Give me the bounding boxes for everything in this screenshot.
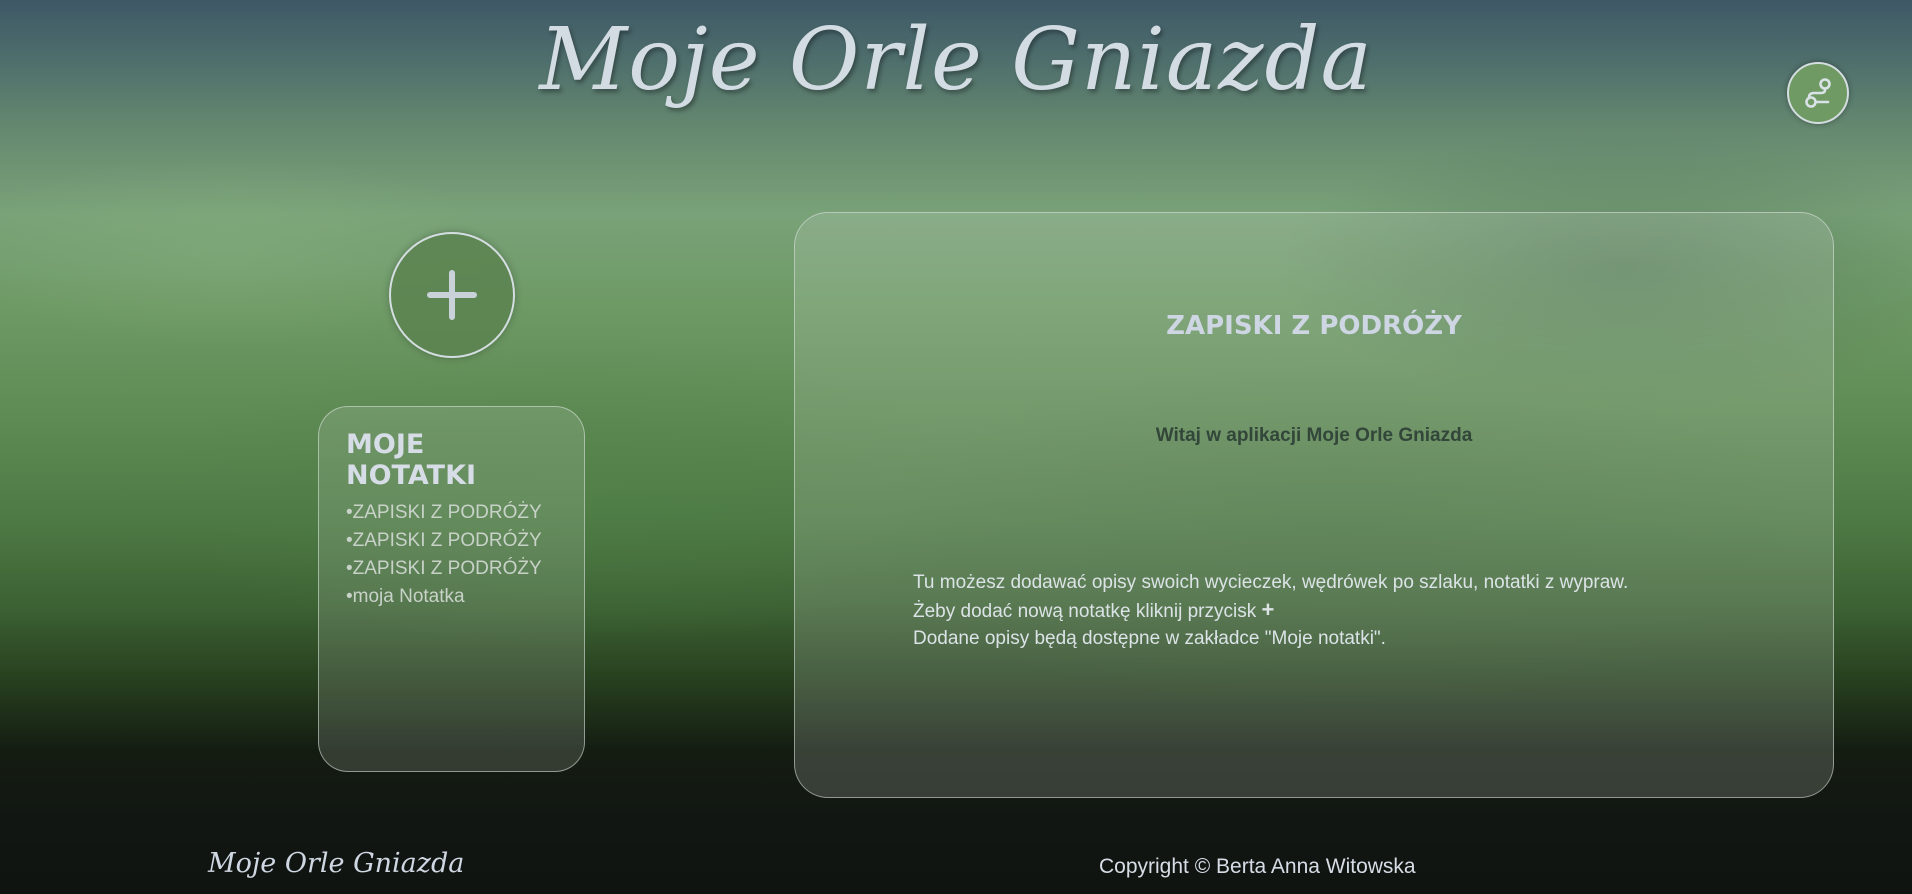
welcome-text: Witaj w aplikacji Moje Orle Gniazda: [1155, 425, 1473, 446]
instructions-line-2-text: Żeby dodać nową notatkę kliknij przycisk: [913, 601, 1257, 622]
inline-plus-icon: +: [1261, 597, 1275, 622]
note-item[interactable]: ZAPISKI Z PODRÓŻY: [346, 499, 557, 527]
notes-list: ZAPISKI Z PODRÓŻY ZAPISKI Z PODRÓŻY ZAPI…: [346, 499, 557, 611]
route-button[interactable]: [1787, 62, 1849, 124]
instructions-text: Tu możesz dodawać opisy swoich wycieczek…: [913, 569, 1793, 652]
footer-brand: Moje Orle Gniazda: [208, 848, 465, 879]
main-title: ZAPISKI Z PODRÓŻY: [1166, 311, 1462, 341]
instructions-line-3: Dodane opisy będą dostępne w zakładce "M…: [913, 628, 1386, 649]
main-content-panel: ZAPISKI Z PODRÓŻY Witaj w aplikacji Moje…: [794, 212, 1834, 798]
note-item[interactable]: ZAPISKI Z PODRÓŻY: [346, 527, 557, 555]
notes-title: MOJE NOTATKI: [346, 429, 477, 491]
footer-copyright: Copyright © Berta Anna Witowska: [1099, 855, 1416, 878]
note-item[interactable]: ZAPISKI Z PODRÓŻY: [346, 555, 557, 583]
add-note-button[interactable]: [389, 232, 515, 358]
my-notes-panel: MOJE NOTATKI ZAPISKI Z PODRÓŻY ZAPISKI Z…: [318, 406, 585, 772]
instructions-line-1: Tu możesz dodawać opisy swoich wycieczek…: [913, 572, 1629, 593]
instructions-line-2: Żeby dodać nową notatkę kliknij przycisk…: [913, 596, 1793, 625]
plus-icon: [427, 270, 477, 320]
app-title: Moje Orle Gniazda: [539, 10, 1373, 110]
note-item[interactable]: moja Notatka: [346, 583, 557, 611]
route-icon: [1805, 78, 1831, 108]
